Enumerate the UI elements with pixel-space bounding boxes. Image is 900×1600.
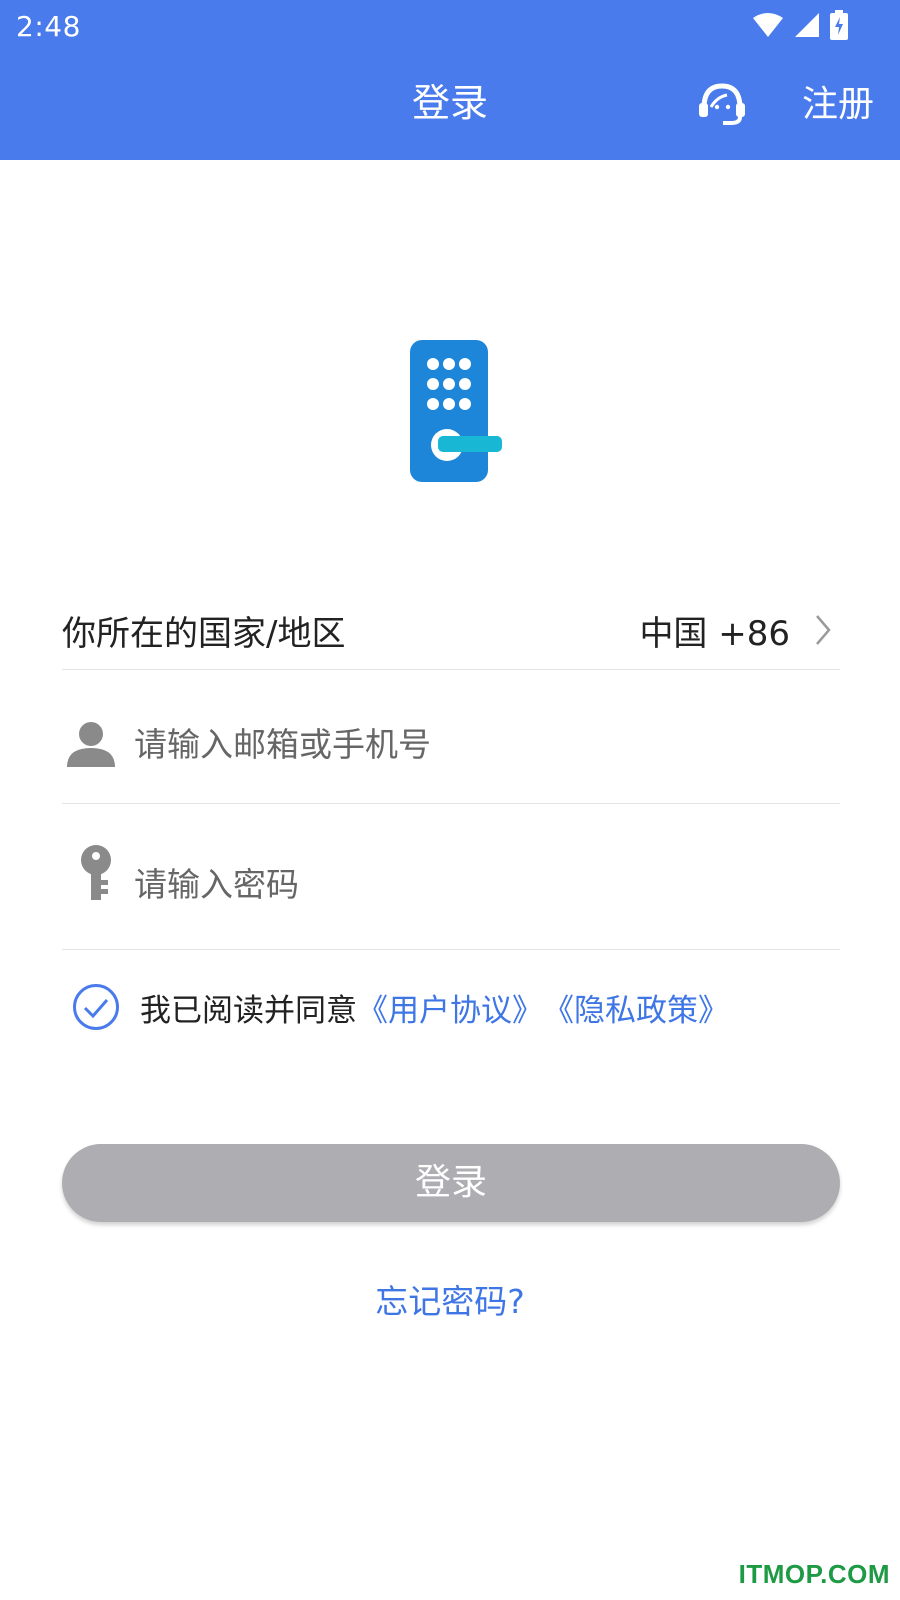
agreement-checkbox[interactable] <box>72 983 120 1031</box>
agreement-row: 我已阅读并同意 《用户协议》 《隐私政策》 <box>72 982 729 1032</box>
app-logo <box>410 340 502 482</box>
password-input[interactable] <box>134 854 824 914</box>
forgot-password-link[interactable]: 忘记密码? <box>0 1275 900 1323</box>
key-icon <box>81 845 111 900</box>
customer-support-button[interactable] <box>696 80 748 128</box>
privacy-policy-link[interactable]: 《隐私政策》 <box>543 985 729 1030</box>
region-label: 你所在的国家/地区 <box>62 614 346 654</box>
battery-icon <box>830 10 848 40</box>
page-title: 登录 <box>411 81 488 125</box>
signal-icon <box>795 13 819 37</box>
agreement-text: 我已阅读并同意 <box>140 992 357 1029</box>
user-agreement-link[interactable]: 《用户协议》 <box>357 985 543 1030</box>
top-bar: 2:48 登录 注册 <box>0 0 900 160</box>
headset-icon <box>699 83 745 125</box>
status-icons <box>752 10 848 40</box>
region-value: 中国 +86 <box>639 614 790 654</box>
region-selector[interactable]: 你所在的国家/地区 中国 +86 <box>62 588 840 670</box>
user-icon <box>67 722 115 767</box>
register-button[interactable]: 注册 <box>802 80 874 130</box>
login-screen: 2:48 登录 注册 你所在的国家/地区 中国 +86 请输入邮箱或手机号 我已… <box>0 0 900 1600</box>
wifi-icon <box>753 13 783 37</box>
chevron-right-icon <box>816 615 831 645</box>
password-row <box>62 840 840 950</box>
account-input[interactable] <box>134 714 824 774</box>
account-row <box>62 700 840 804</box>
status-time: 2:48 <box>16 10 81 43</box>
watermark: ITMOP.COM <box>738 1559 890 1589</box>
login-button[interactable]: 登录 <box>62 1144 840 1222</box>
